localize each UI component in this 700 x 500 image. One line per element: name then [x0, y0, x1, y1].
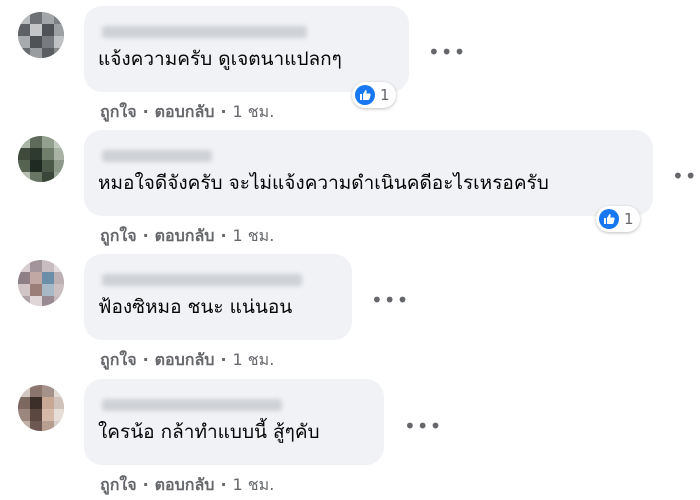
reaction-badge[interactable]: 1 — [352, 82, 396, 108]
author-name-blurred[interactable] — [102, 150, 212, 162]
comment-text: แจ้งความครับ ดูเจตนาแปลกๆ — [98, 48, 342, 70]
reply-link[interactable]: ตอบกลับ — [155, 224, 215, 249]
author-name-blurred[interactable] — [102, 26, 307, 38]
more-options-icon[interactable]: ••• — [404, 416, 442, 436]
separator: · — [220, 226, 227, 245]
reaction-badge[interactable]: 1 — [596, 206, 640, 232]
comment-actions: ถูกใจ · ตอบกลับ · 1 ชม. — [100, 100, 274, 125]
reaction-count: 1 — [624, 210, 634, 228]
separator: · — [142, 102, 149, 121]
separator: · — [142, 350, 149, 369]
like-link[interactable]: ถูกใจ — [100, 224, 137, 249]
reply-link[interactable]: ตอบกลับ — [155, 473, 215, 498]
like-link[interactable]: ถูกใจ — [100, 348, 137, 373]
separator: · — [220, 475, 227, 494]
author-name-blurred[interactable] — [102, 274, 302, 286]
comment-bubble: ใครน้อ กล้าทำแบบนี้ สู้ๆคับ — [84, 379, 384, 465]
comment-actions: ถูกใจ · ตอบกลับ · 1 ชม. — [100, 473, 274, 498]
avatar[interactable] — [18, 136, 64, 182]
comment-text: ใครน้อ กล้าทำแบบนี้ สู้ๆคับ — [98, 421, 320, 443]
comment-actions: ถูกใจ · ตอบกลับ · 1 ชม. — [100, 348, 274, 373]
like-link[interactable]: ถูกใจ — [100, 100, 137, 125]
more-options-icon[interactable]: ••• — [428, 42, 466, 62]
comment-actions: ถูกใจ · ตอบกลับ · 1 ชม. — [100, 224, 274, 249]
separator: · — [142, 475, 149, 494]
reply-link[interactable]: ตอบกลับ — [155, 100, 215, 125]
reaction-count: 1 — [380, 86, 390, 104]
timestamp[interactable]: 1 ชม. — [233, 224, 275, 249]
timestamp[interactable]: 1 ชม. — [233, 348, 275, 373]
reply-link[interactable]: ตอบกลับ — [155, 348, 215, 373]
like-icon — [355, 85, 375, 105]
timestamp[interactable]: 1 ชม. — [233, 473, 275, 498]
more-options-icon[interactable]: ••• — [672, 166, 700, 186]
separator: · — [220, 350, 227, 369]
separator: · — [220, 102, 227, 121]
more-options-icon[interactable]: ••• — [371, 290, 409, 310]
author-name-blurred[interactable] — [102, 399, 282, 411]
comment-bubble: หมอใจดีจังครับ จะไม่แจ้งความดำเนินคดีอะไ… — [84, 130, 653, 216]
comment-bubble: ฟ้องซิหมอ ชนะ แน่นอน — [84, 254, 352, 340]
avatar[interactable] — [18, 12, 64, 58]
separator: · — [142, 226, 149, 245]
like-icon — [599, 209, 619, 229]
comment-bubble: แจ้งความครับ ดูเจตนาแปลกๆ — [84, 6, 409, 92]
comment-text: หมอใจดีจังครับ จะไม่แจ้งความดำเนินคดีอะไ… — [98, 172, 549, 194]
like-link[interactable]: ถูกใจ — [100, 473, 137, 498]
comment-text: ฟ้องซิหมอ ชนะ แน่นอน — [98, 296, 293, 318]
timestamp[interactable]: 1 ชม. — [233, 100, 275, 125]
avatar[interactable] — [18, 260, 64, 306]
avatar[interactable] — [18, 385, 64, 431]
